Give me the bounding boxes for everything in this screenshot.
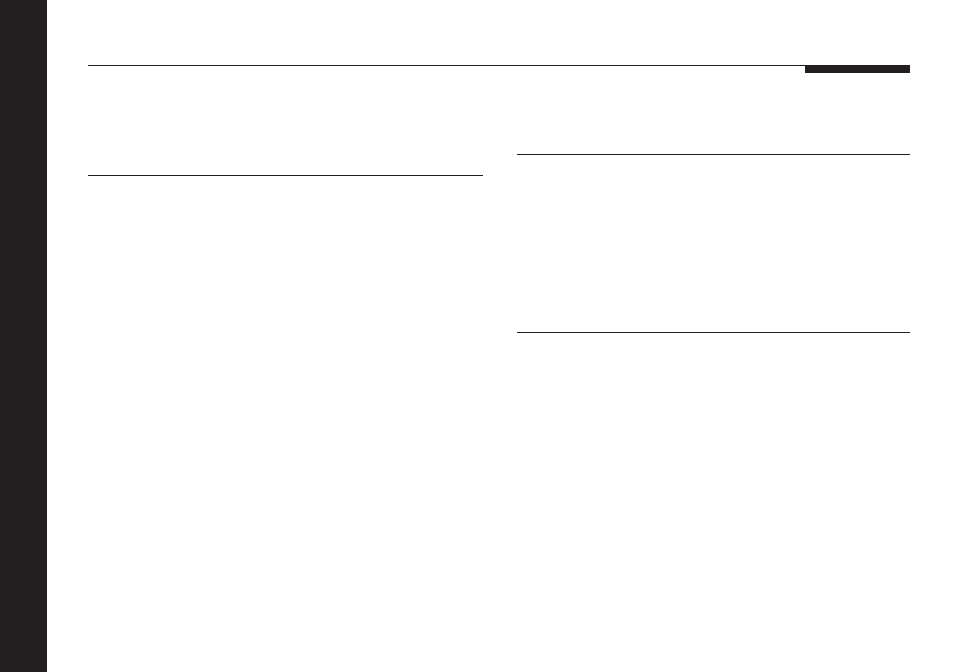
horizontal-rule-right-column-lower	[517, 332, 910, 333]
horizontal-rule-right-column-upper	[517, 154, 910, 155]
horizontal-rule-top	[88, 65, 910, 66]
section-tab-marker	[805, 65, 910, 73]
page-margin-band	[0, 0, 47, 672]
horizontal-rule-left-column	[88, 175, 483, 176]
